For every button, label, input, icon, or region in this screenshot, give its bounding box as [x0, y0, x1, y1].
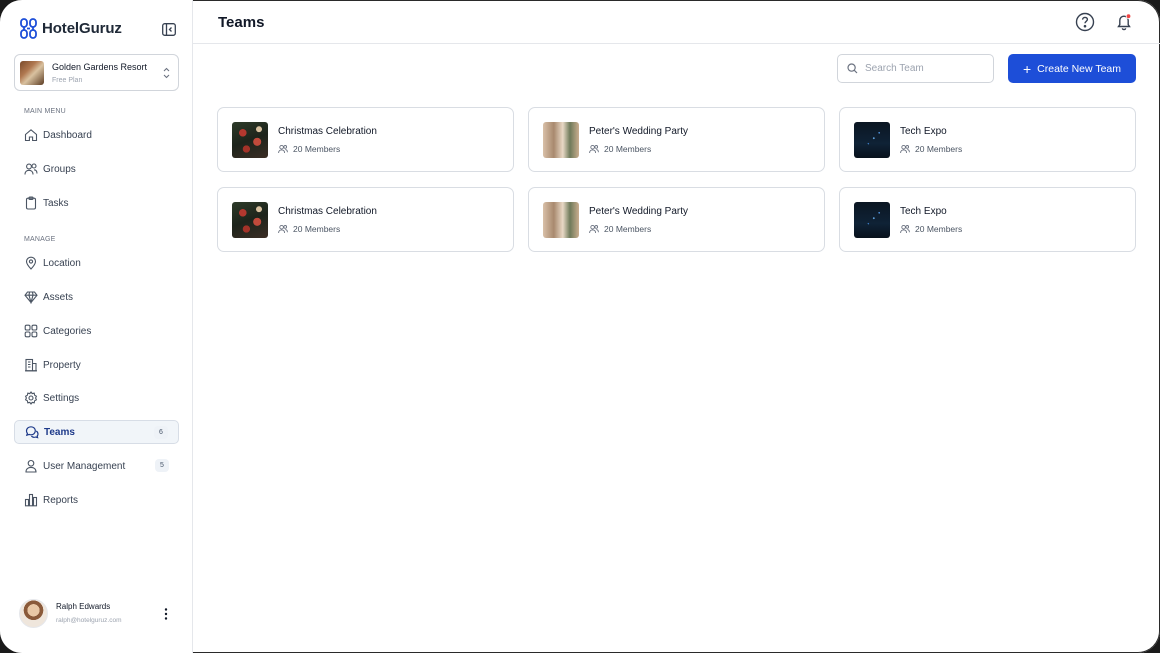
sidebar-item-categories[interactable]: Categories: [14, 319, 179, 343]
create-new-team-label: Create New Team: [1037, 62, 1122, 75]
more-vertical-icon[interactable]: [163, 607, 169, 621]
notification-bell-icon[interactable]: [1114, 12, 1134, 32]
main-menu-label: MAIN MENU: [24, 108, 66, 115]
search-team-field[interactable]: [837, 54, 994, 83]
sidebar-item-reports[interactable]: Reports: [14, 488, 179, 512]
gear-icon: [24, 391, 38, 405]
team-card[interactable]: Christmas Celebration 20 Members: [217, 107, 514, 172]
sidebar-item-label: Property: [43, 359, 81, 371]
member-count: 20 Members: [293, 224, 341, 234]
avatar: [19, 599, 48, 628]
users-icon: [589, 144, 599, 154]
hotel-logo-icon: [20, 18, 37, 39]
chevron-up-down-icon: [163, 67, 170, 79]
team-members: 20 Members: [900, 144, 962, 154]
sidebar-item-label: Categories: [43, 325, 92, 337]
grid-icon: [24, 324, 38, 338]
team-name: Christmas Celebration: [278, 206, 377, 217]
sidebar-item-property[interactable]: Property: [14, 353, 179, 377]
users-icon: [589, 224, 599, 234]
team-name: Christmas Celebration: [278, 126, 377, 137]
users-icon: [278, 224, 288, 234]
chat-icon: [25, 426, 39, 439]
sidebar: HotelGuruz Golden Gardens Resort Free Pl…: [0, 0, 193, 653]
user-icon: [25, 459, 37, 473]
team-card[interactable]: Tech Expo 20 Members: [839, 187, 1136, 252]
team-members: 20 Members: [278, 144, 340, 154]
diamond-icon: [24, 291, 38, 304]
home-icon: [24, 129, 38, 142]
help-icon[interactable]: [1075, 12, 1095, 32]
sidebar-item-groups[interactable]: Groups: [14, 157, 179, 181]
teams-count-badge: 6: [154, 426, 168, 439]
team-thumbnail: [854, 122, 890, 158]
team-members: 20 Members: [278, 224, 340, 234]
team-thumbnail: [854, 202, 890, 238]
team-name: Peter's Wedding Party: [589, 206, 688, 217]
brand[interactable]: HotelGuruz: [20, 18, 122, 39]
app-window: HotelGuruz Golden Gardens Resort Free Pl…: [0, 0, 1160, 653]
building-icon: [25, 358, 37, 372]
member-count: 20 Members: [604, 224, 652, 234]
sidebar-item-dashboard[interactable]: Dashboard: [14, 123, 179, 147]
team-members: 20 Members: [589, 144, 651, 154]
collapse-sidebar-icon[interactable]: [162, 23, 176, 36]
team-name: Tech Expo: [900, 206, 947, 217]
member-count: 20 Members: [293, 144, 341, 154]
team-card[interactable]: Peter's Wedding Party 20 Members: [528, 187, 825, 252]
user-profile[interactable]: Ralph Edwards ralph@hotelguruz.com: [19, 599, 179, 629]
map-pin-icon: [25, 256, 37, 270]
sidebar-item-tasks[interactable]: Tasks: [14, 191, 179, 215]
sidebar-item-label: Dashboard: [43, 129, 92, 141]
users-icon: [24, 163, 38, 175]
users-icon: [900, 224, 910, 234]
property-thumbnail: [20, 60, 44, 85]
team-thumbnail: [543, 122, 579, 158]
team-card[interactable]: Christmas Celebration 20 Members: [217, 187, 514, 252]
sidebar-item-label: Teams: [44, 426, 75, 438]
sidebar-item-label: Tasks: [43, 197, 69, 209]
sidebar-item-settings[interactable]: Settings: [14, 386, 179, 410]
users-icon: [278, 144, 288, 154]
page-title: Teams: [218, 14, 265, 31]
chart-icon: [24, 493, 38, 507]
search-icon: [847, 63, 858, 74]
user-email: ralph@hotelguruz.com: [56, 617, 122, 624]
create-new-team-button[interactable]: + Create New Team: [1008, 54, 1136, 83]
user-name: Ralph Edwards: [56, 602, 111, 611]
user-management-count-badge: 5: [155, 459, 169, 472]
team-members: 20 Members: [900, 224, 962, 234]
search-input[interactable]: [865, 63, 985, 74]
clipboard-icon: [25, 196, 37, 210]
sidebar-item-label: Reports: [43, 494, 79, 506]
sidebar-item-assets[interactable]: Assets: [14, 285, 179, 309]
team-thumbnail: [232, 202, 268, 238]
app-name: HotelGuruz: [42, 20, 122, 37]
sidebar-item-label: Settings: [43, 392, 80, 404]
plus-icon: +: [1022, 60, 1032, 77]
team-card[interactable]: Tech Expo 20 Members: [839, 107, 1136, 172]
sidebar-item-location[interactable]: Location: [14, 251, 179, 275]
users-icon: [900, 144, 910, 154]
member-count: 20 Members: [604, 144, 652, 154]
sidebar-item-label: Groups: [43, 163, 76, 175]
member-count: 20 Members: [915, 144, 963, 154]
sidebar-item-user-management[interactable]: User Management 5: [14, 454, 179, 478]
team-members: 20 Members: [589, 224, 651, 234]
property-switcher[interactable]: Golden Gardens Resort Free Plan: [14, 54, 179, 91]
team-name: Tech Expo: [900, 126, 947, 137]
manage-label: MANAGE: [24, 236, 56, 243]
property-plan: Free Plan: [52, 76, 83, 84]
sidebar-item-teams[interactable]: Teams 6: [14, 420, 179, 444]
team-thumbnail: [543, 202, 579, 238]
team-card[interactable]: Peter's Wedding Party 20 Members: [528, 107, 825, 172]
sidebar-item-label: Assets: [43, 291, 74, 303]
top-bar: Teams: [193, 0, 1160, 44]
property-name: Golden Gardens Resort: [52, 61, 148, 72]
team-name: Peter's Wedding Party: [589, 126, 688, 137]
sidebar-item-label: User Management: [43, 460, 126, 472]
team-thumbnail: [232, 122, 268, 158]
sidebar-item-label: Location: [43, 257, 81, 269]
member-count: 20 Members: [915, 224, 963, 234]
